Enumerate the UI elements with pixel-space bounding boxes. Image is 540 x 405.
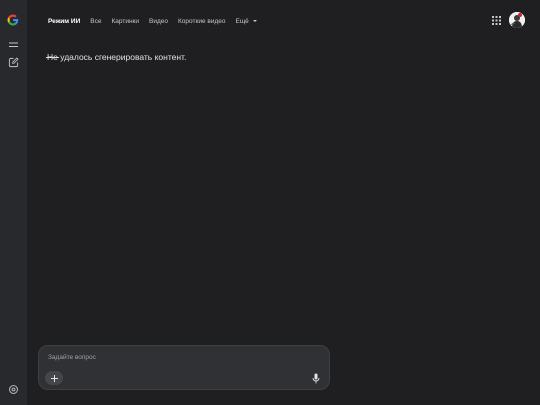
- tab-ai-mode[interactable]: Режим ИИ: [48, 18, 80, 25]
- tab-all[interactable]: Все: [90, 18, 101, 25]
- tab-videos[interactable]: Видео: [149, 18, 168, 25]
- microphone-icon[interactable]: [312, 373, 320, 384]
- error-message-struck-word: Не: [47, 52, 58, 62]
- settings-icon[interactable]: [8, 384, 19, 395]
- app-window: Режим ИИ Все Картинки Видео Короткие вид…: [0, 0, 540, 405]
- google-g-icon[interactable]: [7, 14, 19, 26]
- tab-images[interactable]: Картинки: [111, 18, 139, 25]
- tab-short-videos[interactable]: Короткие видео: [178, 18, 225, 25]
- menu-icon[interactable]: [9, 42, 18, 48]
- apps-grid-icon[interactable]: [492, 16, 501, 25]
- chevron-down-icon: [252, 20, 257, 22]
- tab-more-label: Ещё: [235, 17, 249, 25]
- edit-icon[interactable]: [8, 57, 19, 68]
- avatar[interactable]: [509, 12, 525, 28]
- plus-icon: [50, 374, 58, 382]
- prompt-composer[interactable]: Задайте вопрос: [38, 345, 330, 390]
- error-message-text: удалось сгенерировать контент.: [57, 52, 187, 62]
- prompt-input[interactable]: Задайте вопрос: [48, 354, 96, 361]
- search-mode-tabs: Режим ИИ Все Картинки Видео Короткие вид…: [48, 14, 267, 28]
- left-rail: [0, 0, 27, 405]
- avatar-image: [509, 12, 525, 28]
- tab-more[interactable]: Ещё: [235, 17, 257, 25]
- error-message: Не удалось сгенерировать контент.: [47, 52, 186, 62]
- add-button[interactable]: [45, 371, 63, 385]
